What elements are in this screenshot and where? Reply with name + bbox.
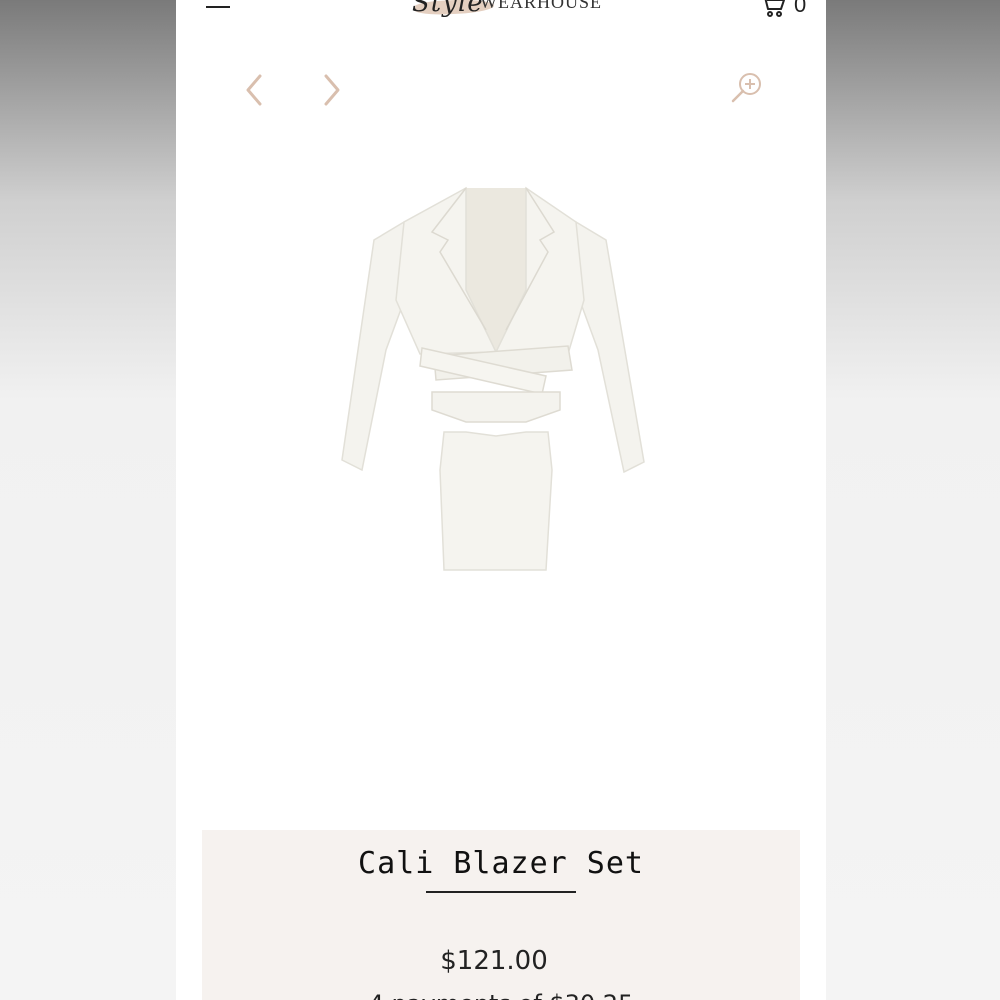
title-underline xyxy=(426,891,576,893)
chevron-left-icon[interactable] xyxy=(242,72,266,108)
logo-caps-text: WEARHOUSE xyxy=(480,0,602,12)
chevron-right-icon[interactable] xyxy=(320,72,344,108)
product-info-panel: Cali Blazer Set $121.00 4 payments of $3… xyxy=(202,830,800,1000)
phone-screen: Style WEARHOUSE 0 Cali Blazer Set $121.0… xyxy=(176,0,826,1000)
logo-script-text: Style xyxy=(412,0,484,18)
top-bar: Style WEARHOUSE 0 xyxy=(176,0,826,40)
cart-icon[interactable] xyxy=(760,0,786,18)
cart-count: 0 xyxy=(794,0,807,17)
menu-button[interactable] xyxy=(206,0,232,16)
menu-icon-bar xyxy=(206,6,230,8)
product-image[interactable] xyxy=(336,180,656,580)
product-title: Cali Blazer Set xyxy=(358,846,644,881)
background-left xyxy=(0,0,176,1000)
background-right xyxy=(826,0,1000,1000)
product-price: $121.00 xyxy=(440,946,548,976)
installments-text: 4 payments of $30.25 xyxy=(202,990,800,1000)
zoom-in-icon[interactable] xyxy=(730,70,764,104)
brand-logo[interactable]: Style WEARHOUSE xyxy=(408,0,601,24)
